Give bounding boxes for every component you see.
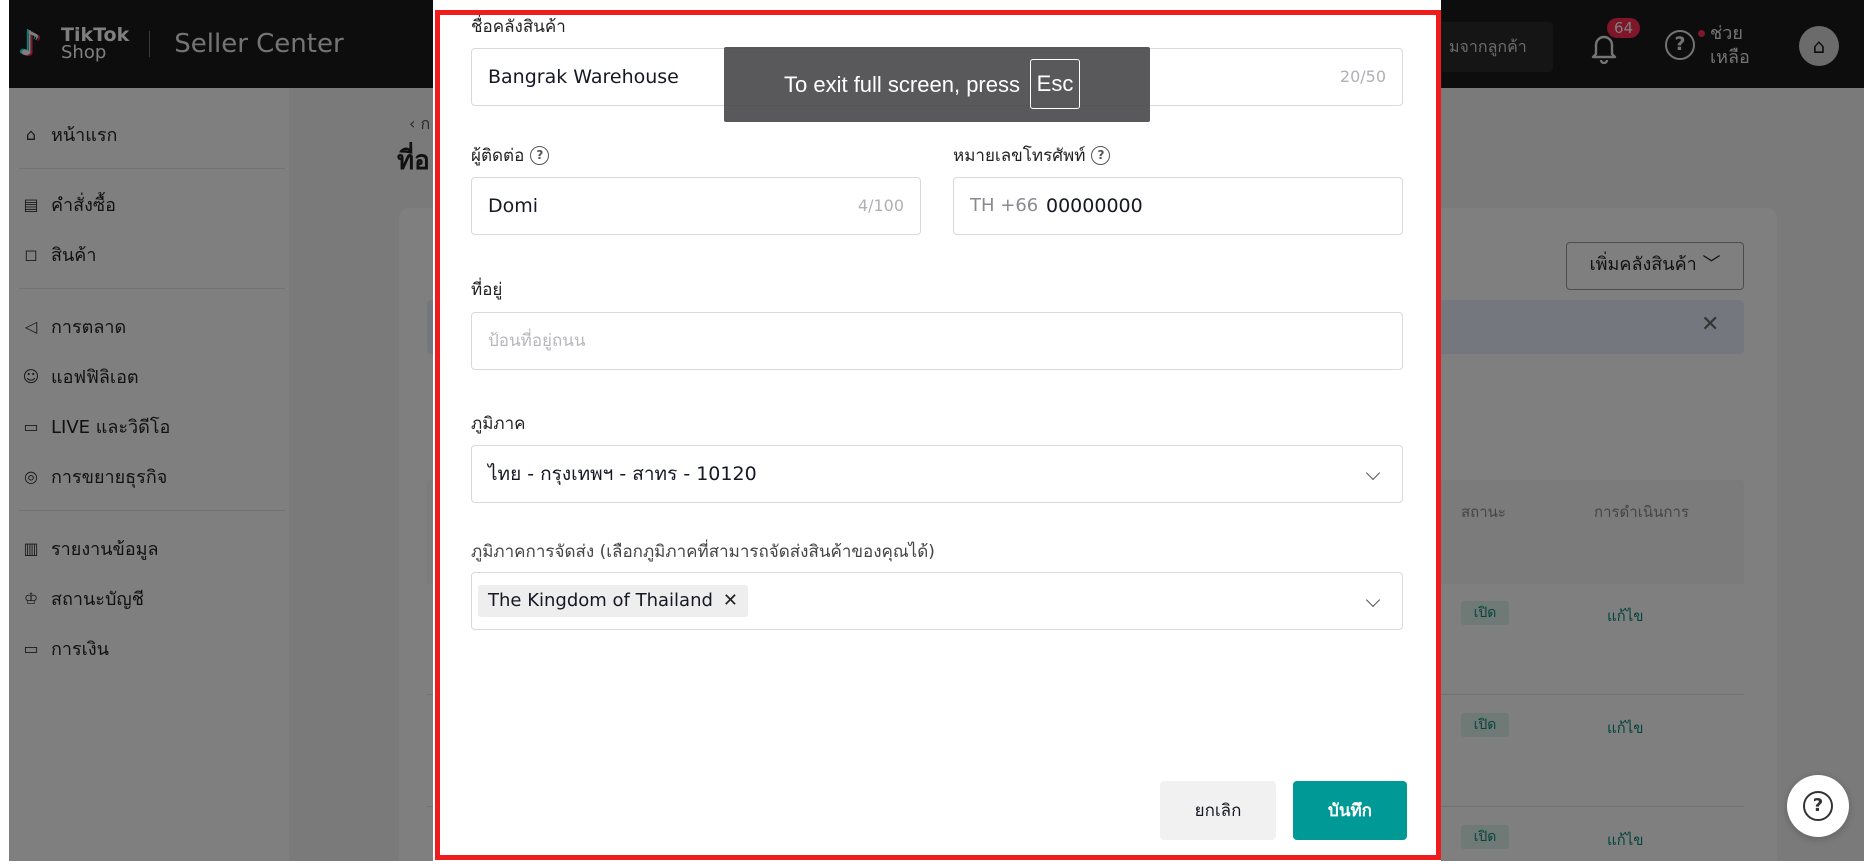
region-value: ไทย - กรุงเทพฯ - สาทร - 10120 (488, 463, 757, 485)
chevron-down-icon (1365, 592, 1381, 608)
phone-label: หมายเลขโทรศัพท์ ? (953, 142, 1111, 169)
contact-value: Domi (488, 195, 539, 217)
help-icon[interactable]: ? (530, 146, 550, 165)
save-button[interactable]: บันทึก (1293, 781, 1407, 840)
region-select[interactable]: ไทย - กรุงเทพฯ - สาทร - 10120 (471, 445, 1403, 503)
phone-value: 00000000 (1046, 195, 1143, 217)
contact-field[interactable]: Domi 4/100 (471, 177, 921, 235)
address-placeholder: ป้อนที่อยู่ถนน (488, 331, 586, 351)
contact-label: ผู้ติดต่อ ? (471, 142, 550, 169)
warehouse-name-label: ชื่อคลังสินค้า (471, 17, 566, 37)
country-code[interactable]: TH +66 (970, 178, 1038, 234)
warehouse-edit-modal: ชื่อคลังสินค้า Bangrak Warehouse 20/50 ผ… (433, 0, 1441, 861)
shipping-region-label: ภูมิภาคการจัดส่ง (เลือกภูมิภาคที่สามารถจ… (471, 542, 935, 562)
selected-region-tag: The Kingdom of Thailand ✕ (478, 585, 748, 617)
warehouse-name-counter: 20/50 (1339, 67, 1386, 86)
help-icon: ? (1803, 791, 1833, 821)
shipping-region-select[interactable]: The Kingdom of Thailand ✕ (471, 572, 1403, 630)
fullscreen-notice: To exit full screen, press Esc (724, 47, 1150, 122)
address-input[interactable]: ป้อนที่อยู่ถนน (471, 312, 1403, 370)
esc-key: Esc (1030, 59, 1080, 109)
help-icon[interactable]: ? (1091, 146, 1111, 165)
address-label: ที่อยู่ (471, 280, 503, 300)
remove-tag-icon[interactable]: ✕ (723, 585, 738, 617)
region-label: ภูมิภาค (471, 414, 526, 434)
phone-field[interactable]: TH +66 00000000 (953, 177, 1403, 235)
fullscreen-text: To exit full screen, press (784, 72, 1020, 97)
chevron-down-icon (1365, 465, 1381, 481)
floating-help-button[interactable]: ? (1787, 775, 1849, 837)
warehouse-name-value: Bangrak Warehouse (488, 66, 679, 88)
cancel-button[interactable]: ยกเลิก (1160, 781, 1276, 840)
contact-counter: 4/100 (857, 196, 904, 215)
